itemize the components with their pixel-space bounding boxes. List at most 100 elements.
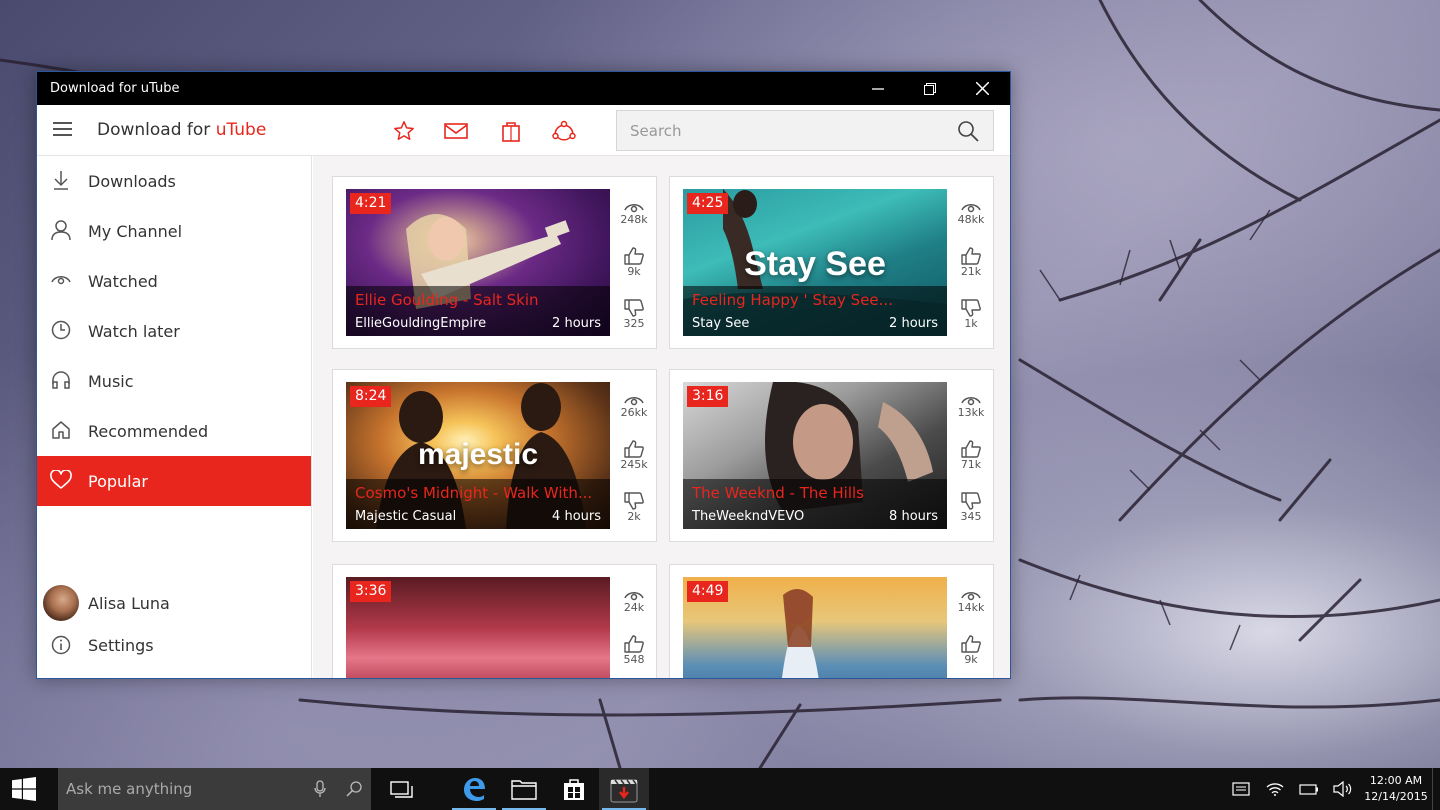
video-thumbnail[interactable]: 4:49: [683, 577, 947, 678]
store-button[interactable]: [497, 117, 525, 145]
sidebar-item-downloads[interactable]: Downloads: [37, 156, 311, 206]
video-channel[interactable]: Majestic Casual: [355, 509, 456, 524]
likes-stat[interactable]: 548: [615, 631, 653, 678]
app-header: Download for uTube: [37, 105, 1010, 156]
minimize-button[interactable]: [852, 72, 904, 105]
minimize-icon: [872, 87, 884, 90]
favorites-button[interactable]: [390, 117, 418, 145]
sidebar-item-popular[interactable]: Popular: [37, 456, 311, 506]
show-desktop-button[interactable]: [1432, 768, 1440, 810]
volume-icon: [1333, 781, 1352, 797]
microphone-icon[interactable]: [303, 780, 337, 798]
edge-button[interactable]: [449, 768, 499, 810]
dislikes-stat[interactable]: 345: [952, 488, 990, 540]
sidebar-item-recommended[interactable]: Recommended: [37, 406, 311, 456]
thumbs-up-icon: [961, 243, 981, 265]
action-center-button[interactable]: [1224, 768, 1258, 810]
restore-button[interactable]: [904, 72, 956, 105]
likes-count: 245k: [620, 458, 648, 471]
video-thumbnail[interactable]: 4:21 Ellie Goulding - Salt Skin EllieGou…: [346, 189, 610, 336]
share-button[interactable]: [550, 117, 578, 145]
cortana-search[interactable]: [58, 768, 371, 810]
dislikes-count: 345: [960, 510, 982, 523]
star-icon: [394, 121, 414, 140]
video-card[interactable]: 3:36 24k 548: [332, 564, 657, 678]
video-age: 2 hours: [552, 316, 601, 331]
views-stat: 26kk: [615, 384, 653, 436]
share-icon: [552, 120, 576, 141]
network-button[interactable]: [1258, 768, 1292, 810]
sidebar-item-watched[interactable]: Watched: [37, 256, 311, 306]
sidebar-item-label: My Channel: [88, 221, 183, 241]
download-for-utube-taskbar-button[interactable]: [599, 768, 649, 810]
likes-stat[interactable]: 245k: [615, 436, 653, 488]
video-thumbnail[interactable]: 3:16 The Weeknd - The Hills TheWeekndVEV…: [683, 382, 947, 529]
video-stats: 13kk 71k 345: [952, 384, 990, 540]
likes-stat[interactable]: 71k: [952, 436, 990, 488]
views-stat: 13kk: [952, 384, 990, 436]
user-profile[interactable]: Alisa Luna: [37, 583, 311, 623]
window-titlebar[interactable]: Download for uTube: [37, 72, 1010, 105]
video-card[interactable]: Stay See 4:25 Feeling Happy ' Stay See..…: [669, 176, 994, 349]
thumbs-down-icon: [961, 295, 981, 317]
settings-button[interactable]: Settings: [37, 625, 311, 665]
dislikes-stat[interactable]: 2k: [615, 488, 653, 540]
video-channel[interactable]: EllieGouldingEmpire: [355, 316, 486, 331]
taskbar-search-input[interactable]: [58, 780, 303, 798]
video-title[interactable]: The Weeknd - The Hills: [692, 484, 939, 502]
likes-count: 9k: [627, 265, 641, 278]
video-thumbnail[interactable]: majestic 8:24 Cosmo's Midnight - Walk Wi…: [346, 382, 610, 529]
video-stats: 248k 9k 325: [615, 191, 653, 347]
store-button-taskbar[interactable]: [549, 768, 599, 810]
file-explorer-button[interactable]: [499, 768, 549, 810]
start-button[interactable]: [0, 768, 48, 810]
video-stats: 48kk 21k 1k: [952, 191, 990, 347]
video-thumbnail[interactable]: 3:36: [346, 577, 610, 678]
views-stat: 24k: [615, 579, 653, 631]
task-view-button[interactable]: [377, 768, 427, 810]
close-button[interactable]: [956, 72, 1008, 105]
search-box[interactable]: [616, 110, 994, 151]
likes-stat[interactable]: 9k: [952, 631, 990, 678]
video-title[interactable]: Ellie Goulding - Salt Skin: [355, 291, 602, 309]
likes-stat[interactable]: 9k: [615, 243, 653, 295]
restore-icon: [924, 82, 936, 95]
search-icon[interactable]: [337, 781, 371, 797]
sidebar-item-my-channel[interactable]: My Channel: [37, 206, 311, 256]
video-thumbnail[interactable]: Stay See 4:25 Feeling Happy ' Stay See..…: [683, 189, 947, 336]
eye-icon: [961, 384, 981, 406]
video-card[interactable]: 4:21 Ellie Goulding - Salt Skin EllieGou…: [332, 176, 657, 349]
video-title[interactable]: Feeling Happy ' Stay See...: [692, 291, 939, 309]
video-card[interactable]: majestic 8:24 Cosmo's Midnight - Walk Wi…: [332, 369, 657, 542]
views-count: 24k: [623, 601, 645, 614]
sidebar-item-music[interactable]: Music: [37, 356, 311, 406]
dislikes-count: 325: [623, 317, 645, 330]
video-card[interactable]: 3:16 The Weeknd - The Hills TheWeekndVEV…: [669, 369, 994, 542]
battery-button[interactable]: [1292, 768, 1326, 810]
video-title[interactable]: Cosmo's Midnight - Walk With...: [355, 484, 602, 502]
thumbs-up-icon: [961, 631, 981, 653]
thumbs-up-icon: [624, 631, 644, 653]
eye-icon: [50, 269, 72, 291]
video-info-overlay: The Weeknd - The Hills TheWeekndVEVO 8 h…: [683, 479, 947, 529]
hamburger-menu-icon[interactable]: [53, 122, 72, 136]
video-age: 2 hours: [889, 316, 938, 331]
windows-logo-icon: [12, 777, 36, 801]
edge-icon: [464, 778, 485, 801]
eye-icon: [624, 384, 644, 406]
search-input[interactable]: [617, 111, 943, 150]
volume-button[interactable]: [1326, 768, 1360, 810]
dislikes-stat[interactable]: 1k: [952, 295, 990, 347]
search-button[interactable]: [943, 111, 993, 150]
likes-stat[interactable]: 21k: [952, 243, 990, 295]
video-age: 8 hours: [889, 509, 938, 524]
mail-button[interactable]: [442, 117, 470, 145]
avatar: [43, 585, 79, 621]
sidebar-item-watch-later[interactable]: Watch later: [37, 306, 311, 356]
dislikes-stat[interactable]: 325: [615, 295, 653, 347]
user-name: Alisa Luna: [88, 593, 170, 613]
video-card[interactable]: 4:49 14kk 9k: [669, 564, 994, 678]
video-channel[interactable]: Stay See: [692, 316, 749, 331]
video-channel[interactable]: TheWeekndVEVO: [692, 509, 804, 524]
clock[interactable]: 12:00 AM 12/14/2015: [1360, 773, 1432, 805]
